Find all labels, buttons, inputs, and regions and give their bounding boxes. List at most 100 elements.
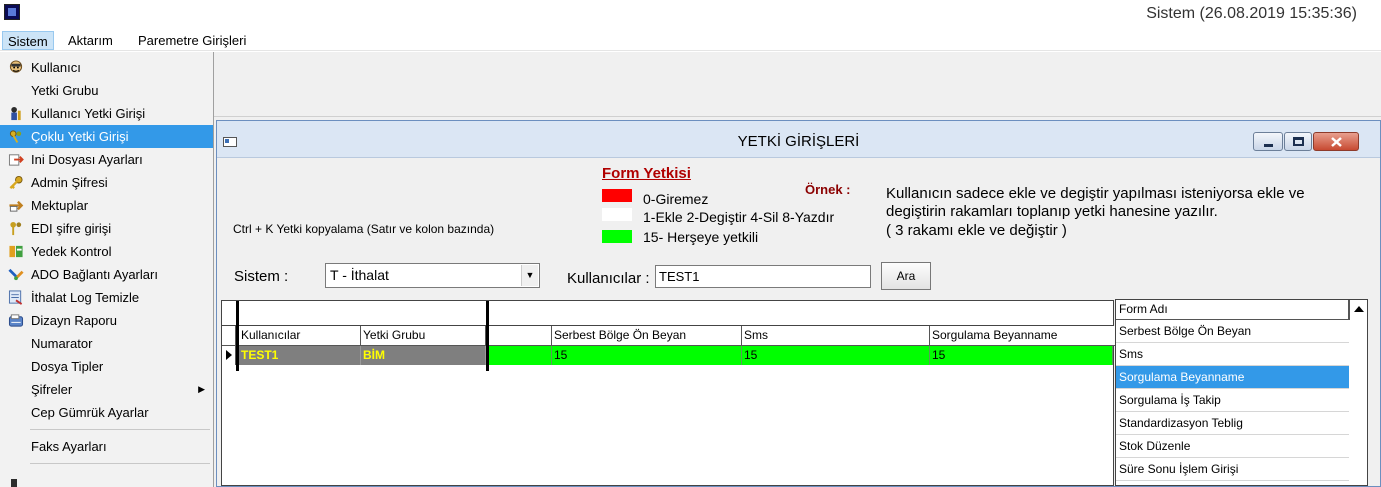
menu-item-label: Cep Gümrük Ayarlar — [31, 405, 149, 420]
key-icon — [9, 175, 23, 189]
window-body: Ctrl + K Yetki kopyalama (Satır ve kolon… — [217, 158, 1380, 486]
menu-item-dizayn-raporu[interactable]: Dizayn Raporu — [0, 309, 213, 332]
scroll-up-icon[interactable] — [1349, 300, 1367, 320]
file-arrow-icon — [8, 154, 24, 166]
menu-item-label: Kullanıcı — [31, 60, 81, 75]
ara-button[interactable]: Ara — [881, 262, 931, 290]
close-button[interactable] — [1313, 132, 1359, 151]
close-icon — [1331, 137, 1342, 147]
sistem-select[interactable]: T - İthalat ▼ — [325, 263, 540, 288]
minimize-button[interactable] — [1253, 132, 1283, 151]
menu-item-dosya-tipler[interactable]: Dosya Tipler — [0, 355, 213, 378]
ctrl-k-copy-hint: Ctrl + K Yetki kopyalama (Satır ve kolon… — [233, 222, 495, 236]
menu-separator — [30, 429, 210, 430]
yetki-girisleri-window: YETKİ GİRİŞLERİ Ctrl + K Yetki kopyalama… — [216, 120, 1381, 487]
menu-item-coklu-yetki-girisi[interactable]: Çoklu Yetki Girişi — [0, 125, 213, 148]
list-item-standardizasyon-teblig[interactable]: Standardizasyon Teblig — [1116, 412, 1349, 435]
app-title-bar: Sistem (26.08.2019 15:35:36) — [0, 0, 1381, 29]
table-row-yetki-grubu-cell[interactable]: BİM — [361, 346, 486, 365]
kullanicilar-input[interactable]: TEST1 — [655, 265, 871, 288]
menu-item-edi-sifre-girisi[interactable]: EDI şifre girişi — [0, 217, 213, 240]
menu-item-ini-dosyasi-ayarlari[interactable]: Ini Dosyası Ayarları — [0, 148, 213, 171]
ornek-label: Örnek : — [805, 182, 851, 197]
row-indicator-arrow-icon — [222, 346, 236, 365]
list-item-sorgulama-is-takip[interactable]: Sorgulama İş Takip — [1116, 389, 1349, 412]
menu-item-label: Şifreler — [31, 382, 73, 397]
table-row-sorgulama-cell[interactable]: 15 — [930, 346, 1113, 365]
keys-icon — [10, 221, 22, 236]
partial-menu-item-icon — [11, 479, 17, 487]
system-status-text: Sistem (26.08.2019 15:35:36) — [1146, 5, 1357, 22]
menu-item-ithalat-log-temizle[interactable]: İthalat Log Temizle — [0, 286, 213, 309]
column-header-sorgulama-beyanname[interactable]: Sorgulama Beyanname — [930, 326, 1117, 346]
column-header-kullanicilar[interactable]: Kullanıcılar — [239, 326, 361, 346]
menu-item-ado-baglanti-ayarlari[interactable]: ADO Bağlantı Ayarları — [0, 263, 213, 286]
menu-item-label: Yedek Kontrol — [31, 244, 112, 259]
menu-aktarim[interactable]: Aktarım — [63, 31, 118, 50]
multi-key-icon — [9, 130, 22, 143]
table-row-sms-cell[interactable]: 15 — [742, 346, 930, 365]
menu-item-label: İthalat Log Temizle — [31, 290, 140, 305]
list-item-serbest-bolge[interactable]: Serbest Bölge Ön Beyan — [1116, 320, 1349, 343]
menu-separator — [30, 463, 210, 464]
form-adi-list[interactable]: Form Adı Serbest Bölge Ön Beyan Sms Sorg… — [1115, 299, 1368, 486]
list-item-sure-sonu-islem-girisi[interactable]: Süre Sonu İşlem Girişi — [1116, 458, 1349, 481]
menu-item-label: Yetki Grubu — [31, 83, 99, 98]
column-header-serbest-bolge-on-beyan[interactable]: Serbest Bölge Ön Beyan — [552, 326, 742, 346]
table-row-kullanici-cell[interactable]: TEST1 — [239, 346, 361, 365]
legend-label-giremez: 0-Giremez — [643, 191, 709, 207]
log-clean-icon — [8, 290, 23, 305]
menu-item-label: Numarator — [31, 336, 93, 351]
ornek-text-line-1: Kullanıcın sadece ekle ve degiştir yapıl… — [886, 185, 1305, 202]
list-item-stok-duzenle[interactable]: Stok Düzenle — [1116, 435, 1349, 458]
menu-item-label: Çoklu Yetki Girişi — [31, 129, 129, 144]
ornek-text-line-2: degiştirin rakamları toplanıp yetki hane… — [886, 203, 1218, 220]
list-item-sms[interactable]: Sms — [1116, 343, 1349, 366]
form-adi-header: Form Adı — [1116, 300, 1349, 320]
column-header-sms[interactable]: Sms — [742, 326, 930, 346]
column-header-blank — [489, 326, 552, 346]
menu-item-kullanici-yetki-girisi[interactable]: Kullanıcı Yetki Girişi — [0, 102, 213, 125]
legend-label-herseye-yetkili: 15- Herşeye yetkili — [643, 229, 759, 245]
letter-arrow-icon — [9, 200, 24, 212]
menu-item-label: Kullanıcı Yetki Girişi — [31, 106, 146, 121]
menu-item-numarator[interactable]: Numarator — [0, 332, 213, 355]
chevron-down-icon[interactable]: ▼ — [521, 265, 538, 286]
form-yetkisi-title: Form Yetkisi — [602, 165, 691, 182]
sistem-label: Sistem : — [234, 268, 289, 285]
menu-item-kullanici[interactable]: Kullanıcı — [0, 56, 213, 79]
list-item-sorgulama-beyanname[interactable]: Sorgulama Beyanname — [1116, 366, 1349, 389]
maximize-button[interactable] — [1284, 132, 1312, 151]
menu-item-faks-ayarlari[interactable]: Faks Ayarları — [0, 435, 213, 458]
connection-icon — [8, 268, 24, 281]
menu-item-yetki-grubu[interactable]: Yetki Grubu — [0, 79, 213, 102]
kullanicilar-label: Kullanıcılar : — [567, 270, 650, 287]
minimize-icon — [1264, 144, 1273, 147]
menu-item-label: Dizayn Raporu — [31, 313, 117, 328]
window-title: YETKİ GİRİŞLERİ — [737, 133, 860, 150]
menu-item-cep-gumruk-ayarlar[interactable]: Cep Gümrük Ayarlar — [0, 401, 213, 424]
menu-item-label: ADO Bağlantı Ayarları — [31, 267, 158, 282]
window-title-bar: YETKİ GİRİŞLERİ — [217, 121, 1380, 158]
permissions-grid[interactable]: Kullanıcılar Yetki Grubu Serbest Bölge Ö… — [221, 300, 1117, 486]
legend-swatch-ekle-degistir — [602, 208, 632, 221]
legend-swatch-giremez — [602, 189, 632, 202]
sistem-dropdown-menu: Kullanıcı Yetki Grubu Kullanıcı Yetki Gi… — [0, 52, 214, 487]
mdi-divider — [214, 116, 1381, 117]
menu-item-label: Admin Şifresi — [31, 175, 108, 190]
menu-item-label: Mektuplar — [31, 198, 89, 213]
maximize-icon — [1293, 137, 1304, 146]
table-row-blank-cell[interactable] — [489, 346, 552, 365]
submenu-arrow-icon: ▶ — [198, 384, 205, 394]
table-row-serbest-bolge-cell[interactable]: 15 — [552, 346, 742, 365]
sistem-select-value: T - İthalat — [330, 267, 389, 283]
legend-label-ekle-degistir: 1-Ekle 2-Degiştir 4-Sil 8-Yazdır — [643, 209, 835, 225]
menu-item-mektuplar[interactable]: Mektuplar — [0, 194, 213, 217]
menu-parametre-girisleri[interactable]: Paremetre Girişleri — [133, 31, 251, 50]
menu-item-admin-sifresi[interactable]: Admin Şifresi — [0, 171, 213, 194]
menu-sistem[interactable]: Sistem — [2, 31, 54, 50]
column-header-yetki-grubu[interactable]: Yetki Grubu — [361, 326, 486, 346]
menu-item-yedek-kontrol[interactable]: Yedek Kontrol — [0, 240, 213, 263]
backup-icon — [9, 245, 23, 258]
menu-item-sifreler[interactable]: Şifreler ▶ — [0, 378, 213, 401]
